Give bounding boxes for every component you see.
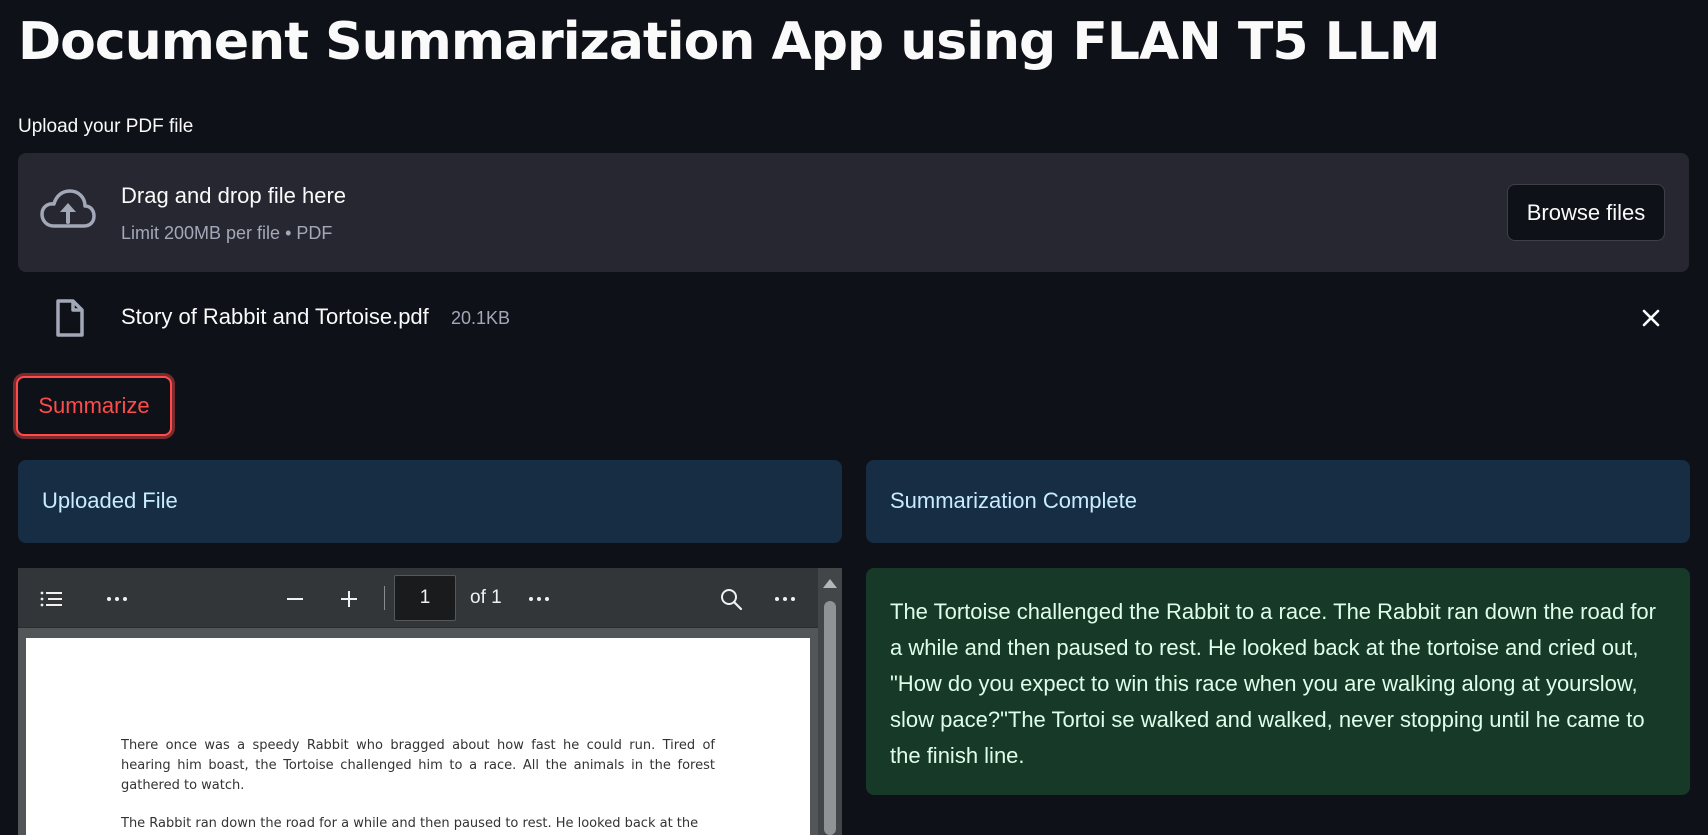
pdf-paragraph: There once was a speedy Rabbit who bragg… (121, 738, 715, 793)
toolbar-divider (384, 586, 385, 610)
pdf-scrollbar[interactable] (818, 568, 842, 835)
file-dropzone[interactable]: Drag and drop file here Limit 200MB per … (18, 153, 1689, 272)
uploaded-file-header: Uploaded File (18, 460, 842, 543)
scroll-thumb[interactable] (824, 601, 836, 835)
dropzone-title: Drag and drop file here (121, 183, 347, 208)
uploader-label: Upload your PDF file (18, 116, 194, 137)
uploaded-file-row: Story of Rabbit and Tortoise.pdf 20.1KB (18, 296, 1689, 340)
zoom-in-icon[interactable] (336, 586, 362, 612)
pdf-paragraph: The Rabbit ran down the road for a while… (121, 816, 699, 831)
search-icon[interactable] (718, 586, 744, 612)
scroll-up-arrow-icon[interactable] (823, 579, 837, 588)
uploaded-file-name: Story of Rabbit and Tortoise.pdf (121, 304, 429, 329)
page-more-options-icon[interactable] (526, 586, 552, 612)
outline-list-icon[interactable] (38, 586, 64, 612)
dropzone-limit: Limit 200MB per file • PDF (121, 223, 333, 243)
browse-files-button[interactable]: Browse files (1507, 184, 1665, 241)
summary-result: The Tortoise challenged the Rabbit to a … (866, 568, 1690, 795)
cloud-upload-icon (40, 189, 96, 228)
page-total: of 1 (470, 587, 502, 608)
app-page: Document Summarization App using FLAN T5… (0, 0, 1708, 835)
pdf-toolbar: of 1 (18, 568, 818, 628)
pdf-page: There once was a speedy Rabbit who bragg… (26, 638, 810, 835)
uploaded-file-size: 20.1KB (451, 308, 511, 328)
remove-file-close-icon[interactable] (1639, 306, 1663, 330)
pdf-page-text: There once was a speedy Rabbit who bragg… (121, 736, 715, 834)
file-icon (56, 299, 84, 337)
page-number-input[interactable] (394, 575, 456, 621)
zoom-out-icon[interactable] (282, 586, 308, 612)
more-options-icon[interactable] (104, 586, 130, 612)
pdf-viewer[interactable]: of 1 There once was a speedy Rabbit who … (18, 568, 842, 835)
viewer-menu-icon[interactable] (772, 586, 798, 612)
summarization-complete-header: Summarization Complete (866, 460, 1690, 543)
summarize-button[interactable]: Summarize (16, 376, 172, 436)
page-title: Document Summarization App using FLAN T5… (18, 12, 1441, 72)
